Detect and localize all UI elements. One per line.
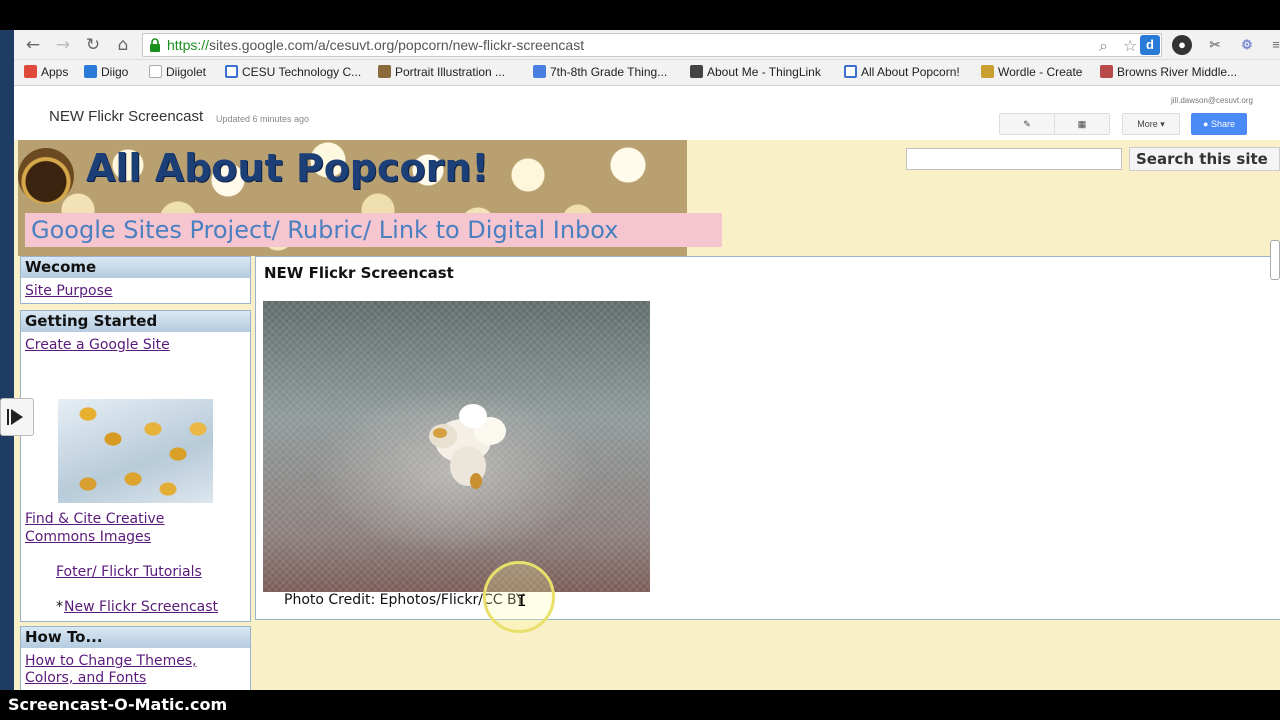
play-arrow-icon xyxy=(7,409,23,425)
popcorn-bowl-image xyxy=(18,148,74,204)
sites-icon xyxy=(225,65,238,78)
forward-arrow-icon[interactable]: → xyxy=(52,34,74,56)
pencil-icon: ✎ xyxy=(1023,119,1031,129)
sidebar-link-change-themes-line1[interactable]: How to Change Themes, xyxy=(25,653,197,669)
bookmark-apps[interactable]: Apps xyxy=(24,65,68,79)
search-this-site-button[interactable]: Search this site xyxy=(1129,147,1280,171)
main-page-title: NEW Flickr Screencast xyxy=(264,264,454,282)
diigo-icon xyxy=(84,65,97,78)
sidebar-link-find-cite-line1[interactable]: Find & Cite Creative xyxy=(25,511,164,527)
share-button[interactable]: ● Share xyxy=(1191,113,1247,135)
bookmarks-bar: Apps Diigo Diigolet CESU Technology C...… xyxy=(14,60,1280,86)
updated-timestamp: Updated 6 minutes ago xyxy=(216,114,310,124)
text-cursor-icon: I xyxy=(517,591,527,610)
browser-toolbar: ← → ↻ ⌂ https://sites.google.com/a/cesuv… xyxy=(14,30,1280,60)
sidebar-heading-welcome: Wecome xyxy=(21,257,250,278)
home-icon[interactable]: ⌂ xyxy=(112,34,134,56)
page-icon xyxy=(149,65,162,78)
sidebar-box-how-to: How To... How to Change Themes, Colors, … xyxy=(20,626,251,690)
url-scheme: https:// xyxy=(167,37,210,53)
user-email[interactable]: jill.dawson@cesuvt.org xyxy=(1171,96,1253,105)
address-bar[interactable]: https://sites.google.com/a/cesuvt.org/po… xyxy=(142,33,1162,57)
thinglink-icon xyxy=(690,65,703,78)
expand-panel-button[interactable] xyxy=(0,398,34,436)
sidebar-link-foter-tutorials[interactable]: Foter/ Flickr Tutorials xyxy=(56,564,202,580)
url-path: sites.google.com/a/cesuvt.org/popcorn/ne… xyxy=(209,37,585,53)
new-page-icon: ▦ xyxy=(1077,119,1087,129)
sidebar: Wecome Site Purpose Getting Started Crea… xyxy=(18,256,251,690)
sidebar-link-new-flickr-screencast[interactable]: New Flickr Screencast xyxy=(64,599,218,615)
site-page-title: NEW Flickr Screencast xyxy=(49,108,204,125)
bookmark-thinglink[interactable]: About Me - ThingLink xyxy=(690,65,821,79)
wordle-icon xyxy=(981,65,994,78)
desktop-left-strip xyxy=(0,30,14,690)
sidebar-heading-how-to: How To... xyxy=(21,627,250,648)
sidebar-heading-getting-started: Getting Started xyxy=(21,311,250,332)
search-icon[interactable]: ⌕ xyxy=(1099,36,1108,56)
chevron-down-icon: ▾ xyxy=(1160,119,1165,129)
more-button[interactable]: More ▾ xyxy=(1122,113,1180,135)
back-arrow-icon[interactable]: ← xyxy=(22,34,44,56)
bookmark-grade-things[interactable]: 7th-8th Grade Thing... xyxy=(533,65,667,79)
edit-page-button[interactable]: ✎ xyxy=(999,113,1055,135)
site-search-input[interactable] xyxy=(906,148,1122,170)
screencast-watermark: Screencast-O-Matic.com xyxy=(8,695,228,714)
sidebar-box-getting-started: Getting Started Create a Google Site Fin… xyxy=(20,310,251,622)
popcorn-kernel-image xyxy=(429,404,506,489)
site-page: NEW Flickr Screencast Updated 6 minutes … xyxy=(14,86,1280,690)
url-text: https://sites.google.com/a/cesuvt.org/po… xyxy=(167,37,584,53)
new-page-button[interactable]: ▦ xyxy=(1054,113,1110,135)
main-content: NEW Flickr Screencast Photo Credit: Epho… xyxy=(255,256,1280,620)
extension-icon[interactable]: ⚙ xyxy=(1237,35,1257,55)
sites-icon xyxy=(844,65,857,78)
bookmark-cesu[interactable]: CESU Technology C... xyxy=(225,65,361,79)
google-sites-bar: NEW Flickr Screencast Updated 6 minutes … xyxy=(14,86,1280,140)
bookmark-portrait[interactable]: Portrait Illustration ... xyxy=(378,65,505,79)
apps-grid-icon xyxy=(24,65,37,78)
portrait-icon xyxy=(378,65,391,78)
sidebar-link-find-cite-line2[interactable]: Commons Images xyxy=(25,529,151,545)
current-page-marker: * xyxy=(56,599,63,615)
desktop-top-band xyxy=(0,0,1280,30)
school-icon xyxy=(1100,65,1113,78)
sidebar-box-welcome: Wecome Site Purpose xyxy=(20,256,251,304)
star-icon[interactable]: ☆ xyxy=(1123,36,1137,55)
sidebar-link-change-themes-line2[interactable]: Colors, and Fonts xyxy=(25,670,146,686)
diigo-extension-icon[interactable]: d xyxy=(1140,35,1160,55)
bookmark-wordle[interactable]: Wordle - Create xyxy=(981,65,1082,79)
bookmark-browns-river[interactable]: Browns River Middle... xyxy=(1100,65,1237,79)
bookmark-diigo[interactable]: Diigo xyxy=(84,65,128,79)
scissors-extension-icon[interactable]: ✂ xyxy=(1205,35,1225,55)
site-header-subtitle: Google Sites Project/ Rubric/ Link to Di… xyxy=(25,213,722,247)
corn-kernels-image xyxy=(58,399,213,503)
person-icon: ● xyxy=(1203,119,1209,129)
bookmark-popcorn[interactable]: All About Popcorn! xyxy=(844,65,960,79)
doc-icon xyxy=(533,65,546,78)
menu-icon[interactable]: ≡ xyxy=(1266,35,1280,55)
sidebar-link-site-purpose[interactable]: Site Purpose xyxy=(25,283,113,299)
sidebar-link-create-site[interactable]: Create a Google Site xyxy=(25,337,170,353)
popcorn-on-screen-photo xyxy=(263,301,650,592)
bookmark-diigolet[interactable]: Diigolet xyxy=(149,65,206,79)
screen: ← → ↻ ⌂ https://sites.google.com/a/cesuv… xyxy=(0,0,1280,720)
reload-icon[interactable]: ↻ xyxy=(82,34,104,56)
lock-icon xyxy=(150,38,160,52)
watermark-bar: Screencast-O-Matic.com xyxy=(0,690,1280,720)
scrollbar-handle[interactable] xyxy=(1270,240,1280,280)
site-header-title[interactable]: All About Popcorn! xyxy=(86,146,489,190)
camera-extension-icon[interactable]: ● xyxy=(1172,35,1192,55)
